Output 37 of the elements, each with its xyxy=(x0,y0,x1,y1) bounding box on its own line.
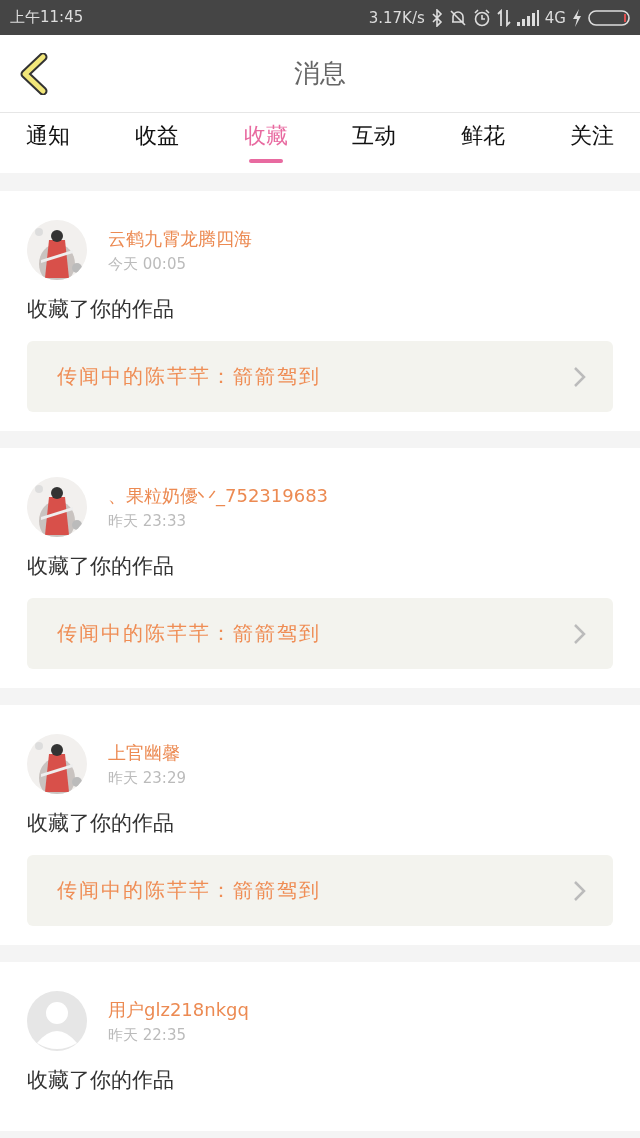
timestamp: 今天 00:05 xyxy=(108,254,187,274)
timestamp: 昨天 22:35 xyxy=(108,1025,187,1045)
work-link[interactable]: 传闻中的陈芊芊：箭箭驾到 xyxy=(27,855,613,926)
tab[interactable]: 收益 xyxy=(124,113,189,173)
user-name[interactable]: 上官幽馨 xyxy=(108,740,186,765)
tab[interactable]: 互动 xyxy=(342,113,407,173)
action-text: 收藏了你的作品 xyxy=(27,296,175,323)
work-link[interactable]: 传闻中的陈芊芊：箭箭驾到 xyxy=(27,598,613,669)
user-name[interactable]: 云鹤九霄龙腾四海 xyxy=(108,226,252,251)
tab[interactable]: 关注 xyxy=(560,113,624,173)
charging-icon xyxy=(572,8,582,27)
chevron-icon xyxy=(573,622,587,645)
clock: 上午11:45 xyxy=(10,8,84,27)
user-name[interactable]: 、果粒奶優丷_752319683 xyxy=(108,483,329,508)
network-speed: 3.17K/s xyxy=(368,8,425,27)
bluetooth-icon xyxy=(430,8,443,27)
user-name[interactable]: 用户glz218nkgq xyxy=(108,997,249,1022)
back-icon[interactable] xyxy=(18,53,50,95)
tab[interactable]: 鲜花 xyxy=(451,113,516,173)
network-type: 4G xyxy=(544,8,566,27)
page-title: 消息 xyxy=(294,57,346,90)
signal-icon xyxy=(516,9,539,26)
work-link[interactable]: 传闻中的陈芊芊：箭箭驾到 xyxy=(27,341,613,412)
tab[interactable]: 收藏 xyxy=(233,113,298,173)
alarm-icon xyxy=(472,8,491,27)
tab[interactable]: 通知 xyxy=(16,113,80,173)
chevron-icon xyxy=(573,879,587,902)
chevron-icon xyxy=(573,365,587,388)
data-arrows-icon xyxy=(496,8,511,27)
action-text: 收藏了你的作品 xyxy=(27,553,175,580)
muted-bell-icon xyxy=(448,8,467,27)
default-avatar-icon xyxy=(27,991,87,1051)
timestamp: 昨天 23:29 xyxy=(108,768,186,788)
action-text: 收藏了你的作品 xyxy=(27,810,175,837)
action-text: 收藏了你的作品 xyxy=(27,1067,175,1094)
timestamp: 昨天 23:33 xyxy=(108,511,187,531)
battery-icon xyxy=(588,8,630,27)
